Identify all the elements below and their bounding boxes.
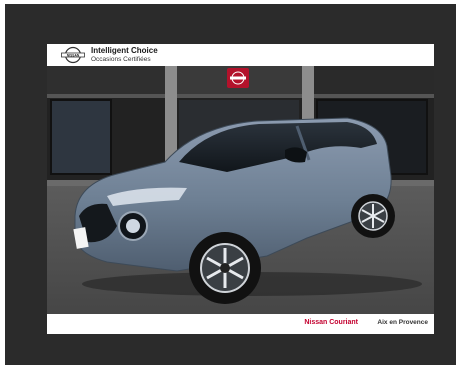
- brand-bar: NISSAN Intelligent Choice Occasions Cert…: [47, 44, 434, 66]
- listing-photo: NISSAN Intelligent Choice Occasions Cert…: [47, 44, 434, 334]
- dealer-name: Nissan Couriant: [304, 319, 358, 326]
- photo-frame: NISSAN Intelligent Choice Occasions Cert…: [5, 4, 456, 365]
- svg-text:NISSAN: NISSAN: [67, 53, 80, 57]
- dealer-location: Aix en Provence: [377, 319, 428, 326]
- dealer-bar: Nissan Couriant Aix en Provence: [47, 314, 434, 334]
- nissan-logo: NISSAN: [61, 46, 85, 64]
- car-photo: [47, 66, 434, 314]
- brand-subtitle: Occasions Certifiées: [91, 56, 151, 63]
- brand-title: Intelligent Choice: [91, 46, 158, 55]
